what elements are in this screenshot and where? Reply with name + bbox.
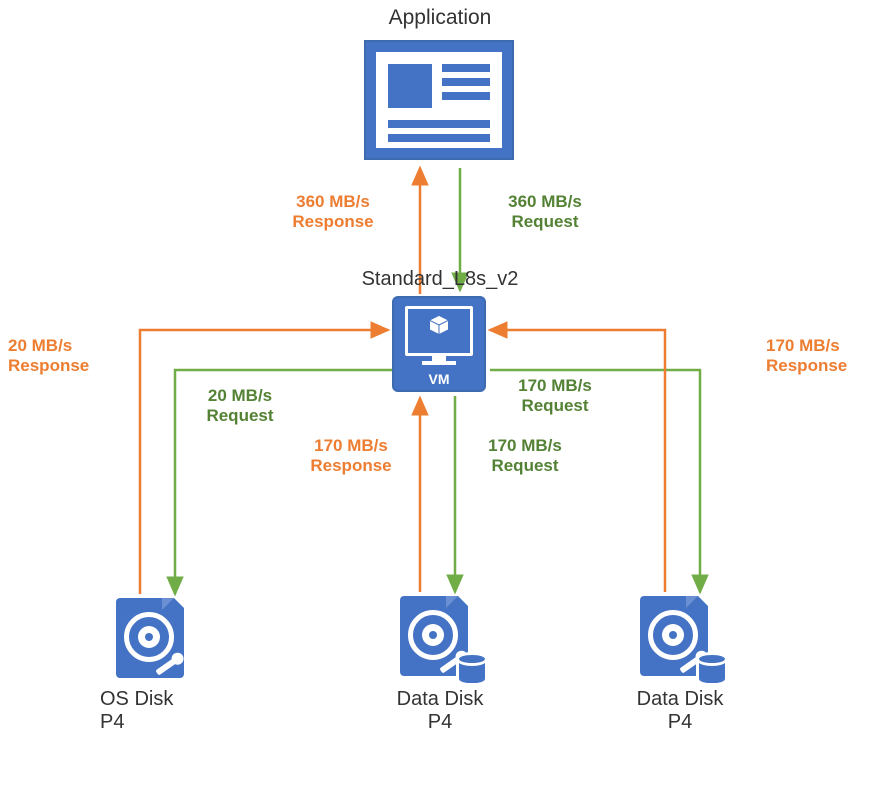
os-request-label: 20 MB/sRequest (190, 386, 290, 426)
data1-request-label: 170 MB/sRequest (470, 436, 580, 476)
os-response-label: 20 MB/sResponse (8, 336, 108, 376)
app-response-label: 360 MB/sResponse (278, 192, 388, 232)
application-icon (364, 40, 514, 160)
app-request-label: 360 MB/sRequest (490, 192, 600, 232)
os-disk-icon (116, 598, 194, 684)
data-disk-2-label: Data DiskP4 (610, 688, 750, 734)
data2-response-label: 170 MB/sResponse (766, 336, 876, 376)
data-disk-1-label: Data DiskP4 (370, 688, 510, 734)
application-title: Application (360, 6, 520, 30)
data1-response-label: 170 MB/sResponse (296, 436, 406, 476)
data-disk-1-icon (400, 596, 478, 682)
data-disk-2-icon (640, 596, 718, 682)
data2-request-label: 170 MB/sRequest (500, 376, 610, 416)
os-disk-label: OS DiskP4 (100, 688, 210, 734)
vm-title: Standard_L8s_v2 (350, 268, 530, 291)
vm-badge-label: VM (394, 371, 484, 387)
vm-icon: VM (392, 296, 486, 392)
